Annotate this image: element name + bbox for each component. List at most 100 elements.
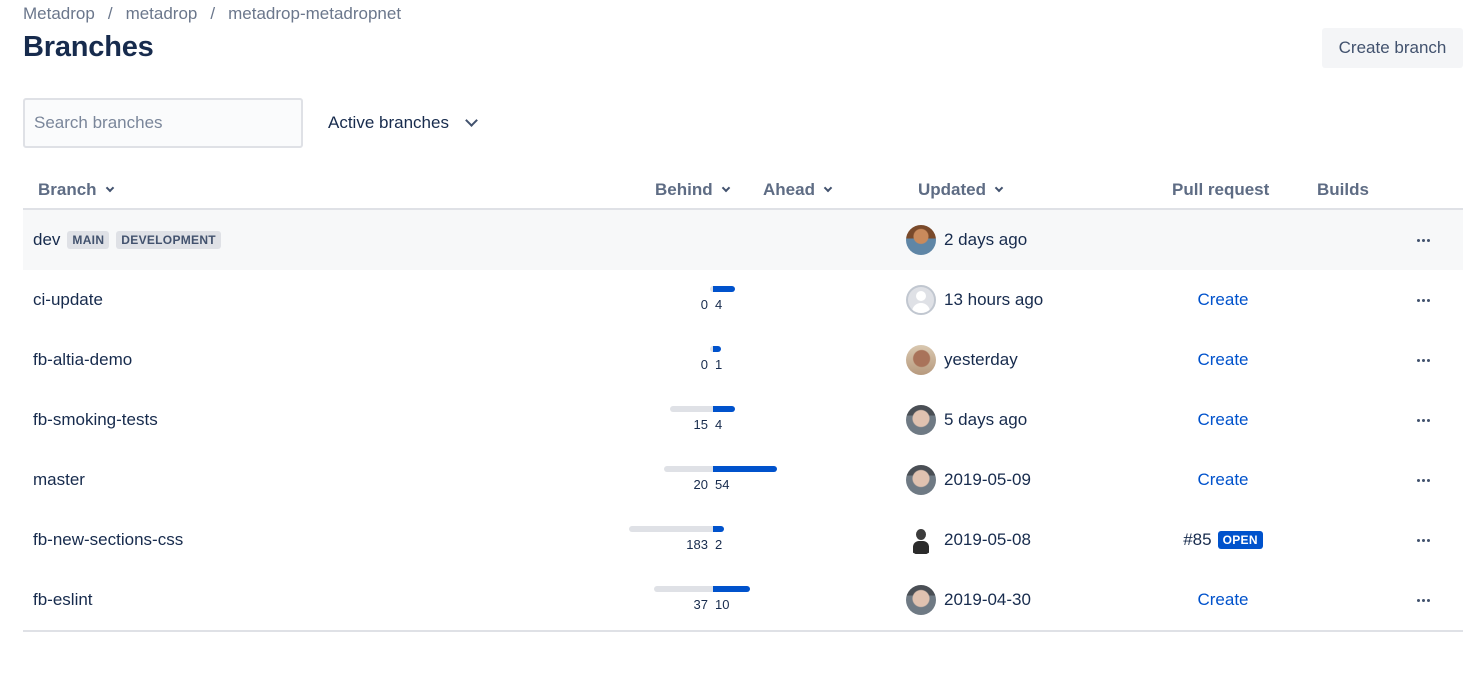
ellipsis-icon [1416, 598, 1420, 602]
behind-bar [629, 526, 713, 532]
updated-cell: 2019-05-08 [906, 510, 1031, 570]
branch-name-cell: fb-smoking-tests [33, 390, 158, 450]
behind-bar [670, 406, 713, 412]
user-avatar [906, 345, 936, 375]
search-input[interactable] [23, 98, 303, 148]
pr-status-badge: OPEN [1217, 531, 1263, 549]
branch-name-link[interactable]: fb-smoking-tests [33, 410, 158, 430]
create-pull-request-link[interactable]: Create [1197, 470, 1248, 490]
chevron-down-icon [721, 183, 730, 193]
more-actions-button[interactable] [1408, 228, 1438, 252]
default-avatar-icon [906, 285, 936, 315]
breadcrumb-project[interactable]: metadrop [126, 4, 198, 24]
column-header-label: Branch [38, 180, 97, 199]
branch-name-link[interactable]: ci-update [33, 290, 103, 310]
create-branch-button[interactable]: Create branch [1322, 28, 1463, 68]
ahead-count: 1 [715, 357, 723, 372]
user-avatar [906, 465, 936, 495]
updated-time: 13 hours ago [944, 290, 1044, 309]
pull-request-cell: #85 OPEN [1173, 510, 1273, 570]
ahead-count: 4 [715, 297, 723, 312]
more-actions-button[interactable] [1408, 588, 1438, 612]
updated-time: yesterday [944, 350, 1018, 369]
table-row: ci-update 0 4 13 hours ago Create [23, 270, 1463, 330]
behind-count: 0 [700, 297, 708, 312]
updated-cell: yesterday [906, 330, 1018, 390]
ahead-bar [713, 586, 750, 592]
behind-count: 15 [693, 417, 708, 432]
table-bottom-divider [23, 630, 1463, 632]
pull-request-cell: Create [1173, 270, 1273, 330]
updated-time: 2 days ago [944, 230, 1028, 249]
ahead-bar [713, 466, 777, 472]
updated-time: 5 days ago [944, 410, 1028, 429]
updated-cell: 2 days ago [906, 210, 1027, 270]
chevron-down-icon [465, 113, 478, 127]
behind-bar [664, 466, 713, 472]
column-header-behind[interactable]: Behind [655, 180, 730, 200]
table-row: fb-new-sections-css 183 2 2019-05-08 #85… [23, 510, 1463, 570]
branch-filter-dropdown[interactable]: Active branches [318, 102, 486, 144]
behind-count: 183 [686, 537, 708, 552]
column-header-updated[interactable]: Updated [918, 180, 1004, 200]
create-pull-request-link[interactable]: Create [1197, 410, 1248, 430]
development-branch-lozenge: DEVELOPMENT [116, 231, 221, 249]
chevron-down-icon [823, 183, 833, 193]
breadcrumb-repository[interactable]: metadrop-metadropnet [228, 4, 401, 24]
create-pull-request-link[interactable]: Create [1197, 350, 1248, 370]
ahead-count: 10 [715, 597, 730, 612]
create-pull-request-link[interactable]: Create [1197, 290, 1248, 310]
ahead-bar [713, 406, 735, 412]
table-row: fb-eslint 37 10 2019-04-30 Create [23, 570, 1463, 630]
column-header-branch[interactable]: Branch [38, 180, 114, 200]
updated-cell: 5 days ago [906, 390, 1027, 450]
pull-request-link[interactable]: #85 [1183, 530, 1211, 550]
ahead-bar [713, 286, 735, 292]
branch-name-link[interactable]: fb-eslint [33, 590, 93, 610]
breadcrumb-workspace[interactable]: Metadrop [23, 4, 95, 24]
branch-name-cell: fb-altia-demo [33, 330, 132, 390]
updated-time: 2019-04-30 [944, 590, 1031, 609]
pull-request-cell: Create [1173, 450, 1273, 510]
updated-cell: 13 hours ago [906, 270, 1043, 330]
user-avatar [906, 525, 936, 555]
more-actions-button[interactable] [1408, 528, 1438, 552]
branch-filter-label: Active branches [328, 113, 449, 132]
more-actions-button[interactable] [1408, 468, 1438, 492]
branch-name-link[interactable]: master [33, 470, 85, 490]
more-actions-button[interactable] [1408, 288, 1438, 312]
more-actions-button[interactable] [1408, 348, 1438, 372]
ahead-bar [713, 346, 721, 352]
user-avatar [906, 405, 936, 435]
behind-ahead-indicator: 183 2 [593, 526, 833, 556]
pull-request-cell: Create [1173, 390, 1273, 450]
branch-name-cell: fb-new-sections-css [33, 510, 183, 570]
user-avatar [906, 225, 936, 255]
branch-name-cell: ci-update [33, 270, 103, 330]
branch-name-link[interactable]: dev [33, 230, 60, 250]
branch-name-link[interactable]: fb-altia-demo [33, 350, 132, 370]
behind-bar [654, 586, 713, 592]
table-row: fb-altia-demo 0 1 yesterday Create [23, 330, 1463, 390]
ellipsis-icon [1416, 298, 1420, 302]
user-avatar [906, 585, 936, 615]
pull-request-cell: Create [1173, 570, 1273, 630]
behind-ahead-indicator: 37 10 [593, 586, 833, 616]
column-header-label: Builds [1317, 180, 1369, 199]
updated-cell: 2019-04-30 [906, 570, 1031, 630]
column-header-ahead[interactable]: Ahead [763, 180, 833, 200]
breadcrumb-separator: / [210, 4, 216, 23]
ahead-count: 4 [715, 417, 723, 432]
pull-request-cell: Create [1173, 330, 1273, 390]
chevron-down-icon [994, 183, 1004, 193]
behind-count: 20 [693, 477, 708, 492]
breadcrumb: Metadrop / metadrop / metadrop-metadropn… [23, 4, 401, 24]
page-title: Branches [23, 31, 154, 63]
branch-name-link[interactable]: fb-new-sections-css [33, 530, 183, 550]
create-pull-request-link[interactable]: Create [1197, 590, 1248, 610]
ellipsis-icon [1416, 238, 1420, 242]
branch-name-cell: master [33, 450, 85, 510]
updated-time: 2019-05-08 [944, 530, 1031, 549]
behind-ahead-indicator: 20 54 [593, 466, 833, 496]
more-actions-button[interactable] [1408, 408, 1438, 432]
